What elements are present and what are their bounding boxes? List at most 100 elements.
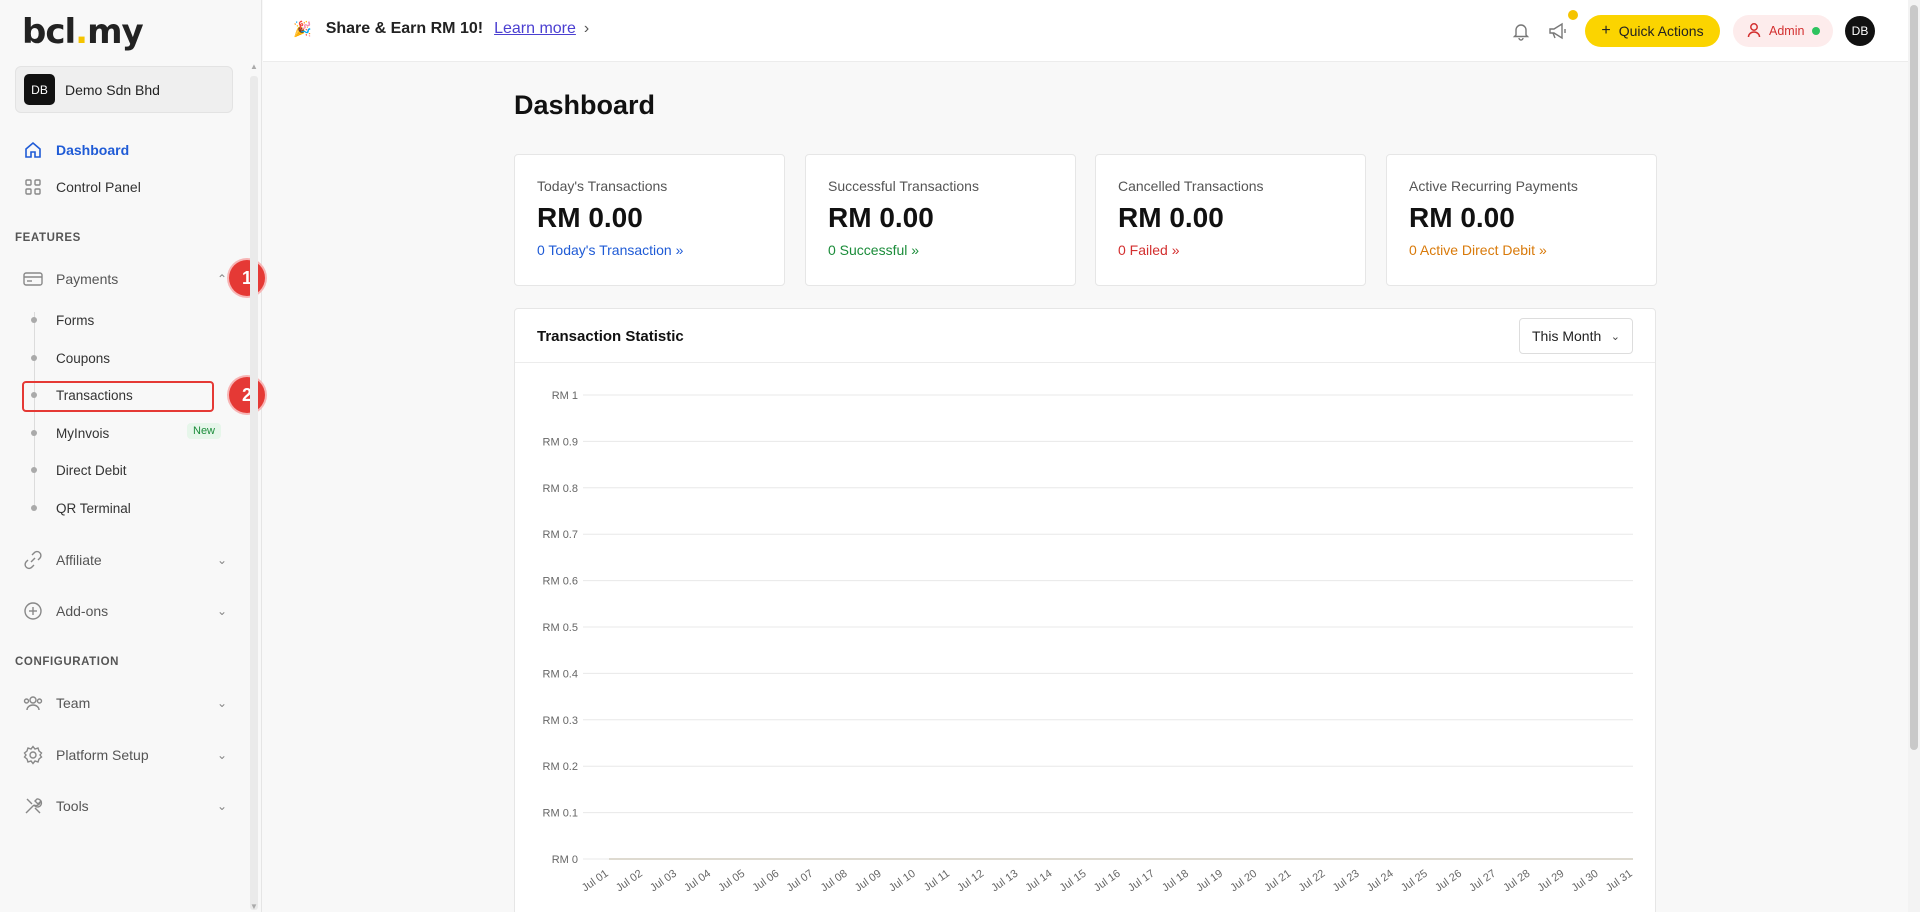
user-avatar[interactable]: DB xyxy=(1845,16,1875,46)
x-tick-label: Jul 23 xyxy=(1331,868,1362,895)
workspace-switcher[interactable]: DB Demo Sdn Bhd xyxy=(15,66,233,113)
sidebar-subitem-qr-terminal[interactable]: QR Terminal xyxy=(30,496,131,520)
x-tick-label: Jul 13 xyxy=(989,868,1020,895)
y-tick-label: RM 0.1 xyxy=(543,808,578,820)
x-tick-label: Jul 04 xyxy=(682,868,713,895)
scroll-up-icon[interactable]: ▲ xyxy=(249,62,259,71)
x-tick-label: Jul 26 xyxy=(1433,868,1464,895)
successful-link[interactable]: 0 Successful » xyxy=(828,242,1053,258)
workspace-avatar: DB xyxy=(24,74,55,105)
x-tick-label: Jul 29 xyxy=(1536,868,1567,895)
chevron-up-icon: ⌃ xyxy=(216,272,227,286)
home-icon xyxy=(22,139,44,161)
card-successful-transactions: Successful Transactions RM 0.00 0 Succes… xyxy=(805,154,1076,286)
sidebar-item-add-ons[interactable]: Add-ons ⌄ xyxy=(22,597,227,625)
x-tick-label: Jul 03 xyxy=(648,868,679,895)
sidebar: bcl.my DB Demo Sdn Bhd Dashboard Control… xyxy=(0,0,265,912)
x-tick-label: Jul 05 xyxy=(716,868,747,895)
x-tick-label: Jul 16 xyxy=(1092,868,1123,895)
new-badge: New xyxy=(187,423,222,439)
section-features: FEATURES xyxy=(15,232,81,244)
annotation-highlight-box xyxy=(22,381,214,412)
gear-icon xyxy=(22,744,44,766)
y-tick-label: RM 0.6 xyxy=(543,576,578,588)
y-tick-label: RM 0.4 xyxy=(543,668,578,680)
transaction-chart: RM 1 RM 0.9 RM 0.8 RM 0.7 RM 0.6 RM 0.5 RM 0.4… xyxy=(543,390,1635,895)
chevron-down-icon: ⌄ xyxy=(216,799,227,813)
logo[interactable]: bcl.my xyxy=(22,12,144,52)
annotation-marker-1: 1 xyxy=(229,260,265,296)
x-tick-label: Jul 18 xyxy=(1160,868,1191,895)
share-banner: 🎉 Share & Earn RM 10! Learn more › xyxy=(293,20,589,38)
y-tick-label: RM 0.8 xyxy=(543,483,578,495)
sidebar-item-team[interactable]: Team ⌄ xyxy=(22,689,227,717)
transaction-statistic-panel: Transaction Statistic This Month ⌄ RM 1R… xyxy=(514,308,1656,912)
chevron-down-icon: ⌄ xyxy=(216,553,227,567)
x-tick-label: Jul 24 xyxy=(1365,868,1396,895)
x-tick-label: Jul 08 xyxy=(819,868,850,895)
todays-transaction-link[interactable]: 0 Today's Transaction » xyxy=(537,242,762,258)
x-tick-label: Jul 09 xyxy=(853,868,884,895)
megaphone-icon[interactable] xyxy=(1545,18,1571,44)
chevron-down-icon: ⌄ xyxy=(216,604,227,618)
chevron-down-icon: ⌄ xyxy=(1610,330,1620,343)
bell-icon[interactable] xyxy=(1508,18,1534,44)
page-title: Dashboard xyxy=(514,90,656,120)
failed-link[interactable]: 0 Failed » xyxy=(1118,242,1343,258)
users-icon xyxy=(22,692,44,714)
workspace-name: Demo Sdn Bhd xyxy=(65,81,160,98)
topbar: 🎉 Share & Earn RM 10! Learn more › + Qui… xyxy=(263,0,1910,62)
sidebar-subitem-myinvois[interactable]: MyInvois xyxy=(30,421,109,445)
x-tick-label: Jul 02 xyxy=(614,868,645,895)
grid-icon xyxy=(22,176,44,198)
x-tick-label: Jul 10 xyxy=(887,868,918,895)
x-tick-label: Jul 15 xyxy=(1058,868,1089,895)
page-scrollbar-thumb[interactable] xyxy=(1910,5,1918,750)
sidebar-item-affiliate[interactable]: Affiliate ⌄ xyxy=(22,546,227,574)
statistic-header: Transaction Statistic This Month ⌄ xyxy=(515,309,1655,363)
sidebar-item-tools[interactable]: Tools ⌄ xyxy=(22,792,227,820)
card-todays-transactions: Today's Transactions RM 0.00 0 Today's T… xyxy=(514,154,785,286)
x-tick-label: Jul 12 xyxy=(955,868,986,895)
learn-more-link[interactable]: Learn more xyxy=(494,20,576,38)
y-tick-label: RM 0.5 xyxy=(543,622,578,634)
chevron-down-icon: ⌄ xyxy=(216,696,227,710)
y-tick-label: RM 0.2 xyxy=(543,761,578,773)
x-tick-label: Jul 25 xyxy=(1399,868,1430,895)
sidebar-subitem-forms[interactable]: Forms xyxy=(30,308,94,332)
admin-status-pill[interactable]: Admin xyxy=(1733,15,1833,47)
card-active-recurring-payments: Active Recurring Payments RM 0.00 0 Acti… xyxy=(1386,154,1657,286)
x-tick-label: Jul 31 xyxy=(1604,868,1635,895)
scroll-down-icon[interactable]: ▼ xyxy=(249,902,259,911)
x-tick-label: Jul 11 xyxy=(922,868,952,894)
sidebar-item-control-panel[interactable]: Control Panel xyxy=(22,173,227,201)
sidebar-subitem-coupons[interactable]: Coupons xyxy=(30,346,110,370)
tools-icon xyxy=(22,795,44,817)
sidebar-item-payments[interactable]: Payments ⌃ xyxy=(22,265,227,293)
y-tick-label: RM 0.7 xyxy=(543,529,578,541)
announcement-dot xyxy=(1568,10,1578,20)
x-tick-label: Jul 22 xyxy=(1297,868,1328,895)
x-tick-label: Jul 27 xyxy=(1467,868,1498,895)
x-tick-label: Jul 19 xyxy=(1194,868,1225,895)
active-direct-debit-link[interactable]: 0 Active Direct Debit » xyxy=(1409,242,1634,258)
page-scrollbar[interactable] xyxy=(1908,0,1920,912)
sidebar-subitem-direct-debit[interactable]: Direct Debit xyxy=(30,458,127,482)
statistic-title: Transaction Statistic xyxy=(537,328,684,345)
sidebar-item-dashboard[interactable]: Dashboard xyxy=(22,136,227,164)
share-text: Share & Earn RM 10! xyxy=(325,20,484,37)
x-tick-label: Jul 14 xyxy=(1024,868,1055,895)
sidebar-scrollbar-thumb[interactable] xyxy=(250,76,258,910)
x-tick-label: Jul 30 xyxy=(1570,868,1601,895)
x-tick-label: Jul 17 xyxy=(1126,868,1157,895)
annotation-marker-2: 2 xyxy=(229,377,265,413)
sidebar-item-platform-setup[interactable]: Platform Setup ⌄ xyxy=(22,741,227,769)
x-tick-label: Jul 06 xyxy=(750,868,781,895)
quick-actions-button[interactable]: + Quick Actions xyxy=(1585,15,1720,47)
range-select[interactable]: This Month ⌄ xyxy=(1519,318,1633,354)
x-tick-label: Jul 21 xyxy=(1262,868,1293,895)
sidebar-scrollbar[interactable]: ▲ ▼ xyxy=(249,60,259,912)
y-tick-label: RM 0.3 xyxy=(543,715,578,727)
section-configuration: CONFIGURATION xyxy=(15,656,120,668)
card-icon xyxy=(22,268,44,290)
